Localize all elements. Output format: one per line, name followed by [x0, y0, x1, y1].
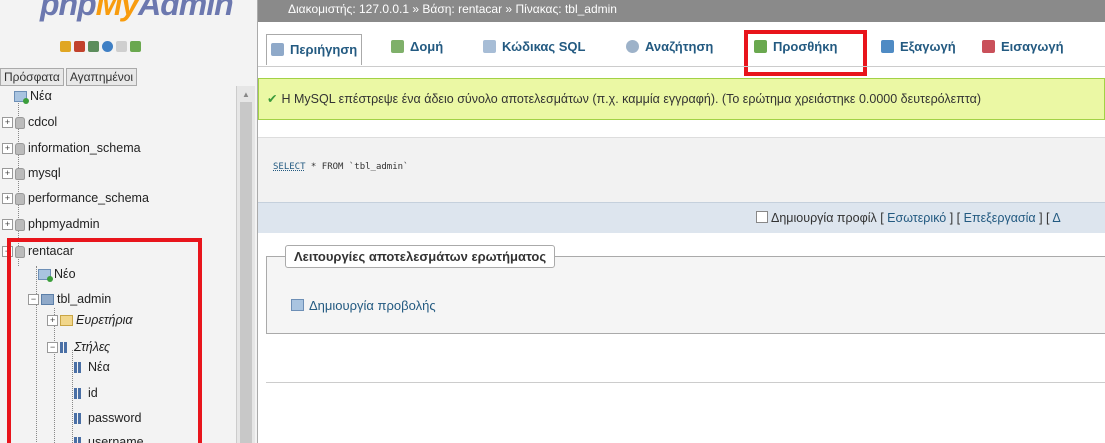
profiling-label: Δημιουργία προφίλ: [771, 211, 877, 225]
expand-icon[interactable]: +: [2, 143, 13, 155]
expand-icon[interactable]: +: [2, 193, 13, 205]
expand-icon[interactable]: +: [2, 117, 13, 129]
new-database-icon: [14, 91, 29, 105]
edit-link[interactable]: Επεξεργασία: [964, 211, 1036, 225]
tree-item-mysql[interactable]: + mysql: [2, 164, 61, 182]
database-icon: [15, 218, 25, 231]
navigation-panel: phpMyAdmin Πρόσφατα Αγαπημένοι Νέα + cdco…: [0, 0, 258, 443]
export-icon: [881, 40, 894, 53]
expand-icon[interactable]: +: [2, 219, 13, 231]
structure-icon: [391, 40, 404, 53]
query-results-operations-legend: Λειτουργίες αποτελεσμάτων ερωτήματος: [285, 245, 556, 268]
browse-icon: [271, 43, 284, 56]
profiling-bar: Δημιουργία προφίλ [ Εσωτερικό ] [ Επεξερ…: [258, 202, 1105, 233]
tree-item-new-database[interactable]: Νέα: [14, 87, 52, 105]
tab-sql[interactable]: Κώδικας SQL: [483, 32, 585, 62]
tab-browse[interactable]: Περιήγηση: [266, 34, 363, 65]
tree-item-performance-schema[interactable]: + performance_schema: [2, 189, 149, 207]
home-icon[interactable]: [60, 41, 71, 52]
navigation-scrollbar[interactable]: ▲: [236, 86, 255, 443]
checkmark-icon: ✔: [267, 92, 278, 106]
tab-structure[interactable]: Δομή: [391, 32, 443, 62]
database-icon: [15, 116, 25, 129]
database-icon: [15, 142, 25, 155]
tab-export[interactable]: Εξαγωγή: [881, 32, 956, 62]
docs-icon[interactable]: [116, 41, 127, 52]
breadcrumb: Διακομιστής: 127.0.0.1 » Βάση: rentacar …: [258, 0, 1105, 22]
database-icon: [15, 192, 25, 205]
tree-item-phpmyadmin[interactable]: + phpmyadmin: [2, 215, 100, 233]
sql-icon: [483, 40, 496, 53]
phpmyadmin-logo[interactable]: phpMyAdmin: [40, 0, 234, 23]
main-tabs: Περιήγηση Δομή Κώδικας SQL Αναζήτηση Προ…: [258, 28, 1105, 68]
sql-query-text[interactable]: SELECT * FROM `tbl_admin`: [273, 162, 408, 172]
tab-import[interactable]: Εισαγωγή: [982, 32, 1064, 62]
database-icon: [15, 167, 25, 180]
recent-tab[interactable]: Πρόσφατα: [0, 68, 64, 86]
help-icon[interactable]: [102, 41, 113, 52]
tree-item-information-schema[interactable]: + information_schema: [2, 139, 141, 157]
tab-search[interactable]: Αναζήτηση: [626, 32, 713, 62]
import-icon: [982, 40, 995, 53]
logout-icon[interactable]: [74, 41, 85, 52]
sql-query-icon[interactable]: [88, 41, 99, 52]
create-view-link[interactable]: Δημιουργία προβολής: [291, 298, 436, 313]
scroll-up-icon[interactable]: ▲: [242, 90, 250, 99]
profiling-checkbox[interactable]: [756, 211, 768, 223]
extra-link[interactable]: Δ: [1052, 211, 1060, 225]
recent-favorites-tabs: Πρόσφατα Αγαπημένοι: [0, 68, 138, 86]
search-icon: [626, 40, 639, 53]
favorites-tab[interactable]: Αγαπημένοι: [65, 68, 138, 86]
highlight-box-tree: [7, 238, 202, 443]
scrollbar-thumb[interactable]: [240, 102, 252, 443]
tree-item-cdcol[interactable]: + cdcol: [2, 113, 57, 131]
expand-icon[interactable]: +: [2, 168, 13, 180]
divider: [266, 382, 1105, 383]
tab-divider: [258, 66, 1105, 67]
reload-icon[interactable]: [130, 41, 141, 52]
highlight-box-insert-tab: [744, 30, 867, 76]
inline-link[interactable]: Εσωτερικό: [887, 211, 946, 225]
view-icon: [291, 299, 304, 311]
success-message: ✔ Η MySQL επέστρεψε ένα άδειο σύνολο αποτ…: [258, 78, 1105, 120]
quick-icons: [60, 41, 141, 52]
